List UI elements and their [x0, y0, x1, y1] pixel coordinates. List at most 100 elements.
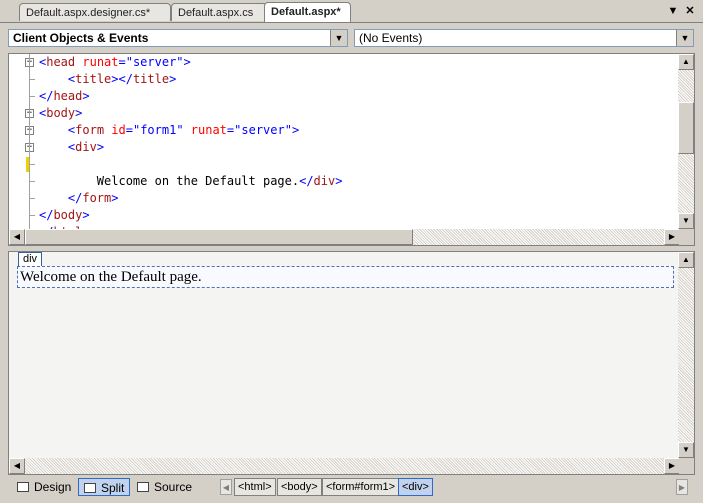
breadcrumb-left-icon[interactable]: ◀: [220, 479, 232, 495]
vertical-scrollbar[interactable]: ▲ ▼: [678, 252, 694, 458]
tab-label: Default.aspx.cs: [178, 7, 254, 19]
tab-label: Default.aspx.designer.cs*: [26, 7, 151, 19]
events-dropdown[interactable]: (No Events) ▼: [354, 29, 694, 47]
dropdown-value: Client Objects & Events: [13, 31, 149, 45]
close-icon[interactable]: ✕: [683, 4, 697, 18]
horizontal-scrollbar[interactable]: ◀ ▶: [9, 229, 680, 245]
navigation-bar: Client Objects & Events ▼ (No Events) ▼: [0, 23, 703, 53]
source-view-button[interactable]: Source: [132, 478, 192, 496]
scroll-left-icon[interactable]: ◀: [9, 229, 25, 245]
code-line[interactable]: </form>: [39, 190, 119, 207]
code-token: Welcome on the Default page.: [96, 174, 300, 188]
scroll-up-icon[interactable]: ▲: [678, 252, 694, 268]
outline-line: [29, 207, 30, 224]
document-tab-strip: Default.aspx.designer.cs* Default.aspx.c…: [0, 0, 703, 23]
design-surface[interactable]: div Welcome on the Default page. ▲ ▼ ◀ ▶: [8, 251, 695, 475]
chevron-down-icon[interactable]: ▼: [330, 30, 347, 46]
scroll-left-icon[interactable]: ◀: [9, 458, 25, 474]
breadcrumb-html[interactable]: <html>: [234, 478, 276, 496]
dropdown-value: (No Events): [359, 31, 423, 45]
code-line[interactable]: Welcome on the Default page.</div>: [39, 173, 343, 190]
code-token: runat: [190, 123, 227, 137]
chevron-down-icon[interactable]: ▼: [666, 4, 680, 18]
code-token: >: [183, 55, 191, 69]
code-token: >: [75, 106, 83, 120]
outline-line: [29, 173, 30, 190]
outline-line: [29, 105, 30, 122]
vertical-scrollbar[interactable]: ▲ ▼: [678, 54, 694, 229]
breadcrumb-div[interactable]: <div>: [398, 478, 433, 496]
code-token: =: [125, 123, 133, 137]
code-line[interactable]: <head runat="server">: [39, 54, 191, 71]
code-token: </: [67, 191, 83, 205]
breadcrumb-right-icon[interactable]: ▶: [676, 479, 688, 495]
code-token: title: [132, 72, 170, 86]
outline-line: [29, 71, 30, 88]
outline-line: [29, 190, 30, 207]
design-icon: [17, 482, 29, 492]
scroll-down-icon[interactable]: ▼: [678, 213, 694, 229]
chevron-down-icon[interactable]: ▼: [676, 30, 693, 46]
code-token: head: [46, 55, 76, 69]
code-token: runat: [82, 55, 119, 69]
code-line[interactable]: </body>: [39, 207, 90, 224]
code-token: ></: [111, 72, 133, 86]
button-label: Source: [154, 480, 193, 494]
source-code-editor[interactable]: −−−− <head runat="server"> <title></titl…: [8, 53, 695, 246]
code-token: >: [82, 208, 90, 222]
code-token: >: [82, 89, 90, 103]
source-icon: [137, 482, 149, 492]
outline-line: [29, 156, 30, 173]
code-token: div: [313, 174, 336, 188]
horizontal-scrollbar[interactable]: ◀ ▶: [9, 458, 680, 474]
code-token: >: [169, 72, 177, 86]
code-token: div: [75, 140, 97, 154]
scroll-right-icon[interactable]: ▶: [664, 229, 680, 245]
design-view-button[interactable]: Design: [12, 478, 72, 496]
code-line[interactable]: <div>: [39, 139, 104, 156]
code-token: head: [53, 89, 83, 103]
scrollbar-thumb[interactable]: [678, 102, 694, 154]
scroll-right-icon[interactable]: ▶: [664, 458, 680, 474]
tab-code-behind[interactable]: Default.aspx.cs: [171, 3, 267, 21]
outline-line: [29, 139, 30, 156]
code-token: "form1": [132, 123, 184, 137]
code-token: =: [118, 55, 126, 69]
code-token: id: [111, 123, 126, 137]
breadcrumb-form[interactable]: <form#form1>: [322, 478, 400, 496]
tab-default-aspx[interactable]: Default.aspx*: [264, 2, 351, 22]
code-token: >: [291, 123, 300, 137]
split-view-button[interactable]: Split: [78, 478, 130, 496]
scrollbar-corner: [679, 229, 694, 245]
code-token: "server": [125, 55, 184, 69]
change-marker: [26, 157, 29, 172]
outline-line: [29, 88, 30, 105]
code-line[interactable]: <form id="form1" runat="server">: [39, 122, 299, 139]
scrollbar-thumb[interactable]: [25, 229, 413, 245]
code-token: </: [39, 89, 54, 103]
code-line[interactable]: </head>: [39, 88, 90, 105]
div-element[interactable]: Welcome on the Default page.: [17, 266, 674, 288]
code-token: </: [39, 208, 54, 222]
client-objects-dropdown[interactable]: Client Objects & Events ▼: [8, 29, 348, 47]
scroll-up-icon[interactable]: ▲: [678, 54, 694, 70]
code-token: body: [53, 208, 83, 222]
breadcrumb-body[interactable]: <body>: [277, 478, 322, 496]
scrollbar-corner: [679, 458, 694, 474]
button-label: Split: [101, 481, 125, 495]
view-switcher-bar: Design Split Source ◀ <html> <body> <for…: [0, 475, 703, 503]
tab-designer-cs[interactable]: Default.aspx.designer.cs*: [19, 3, 171, 21]
split-icon: [84, 483, 96, 493]
button-label: Design: [34, 480, 72, 494]
code-token: form: [75, 123, 105, 137]
code-token: >: [335, 174, 343, 188]
code-token: body: [46, 106, 76, 120]
scroll-down-icon[interactable]: ▼: [678, 442, 694, 458]
code-line[interactable]: <body>: [39, 105, 82, 122]
code-line[interactable]: <title></title>: [39, 71, 176, 88]
